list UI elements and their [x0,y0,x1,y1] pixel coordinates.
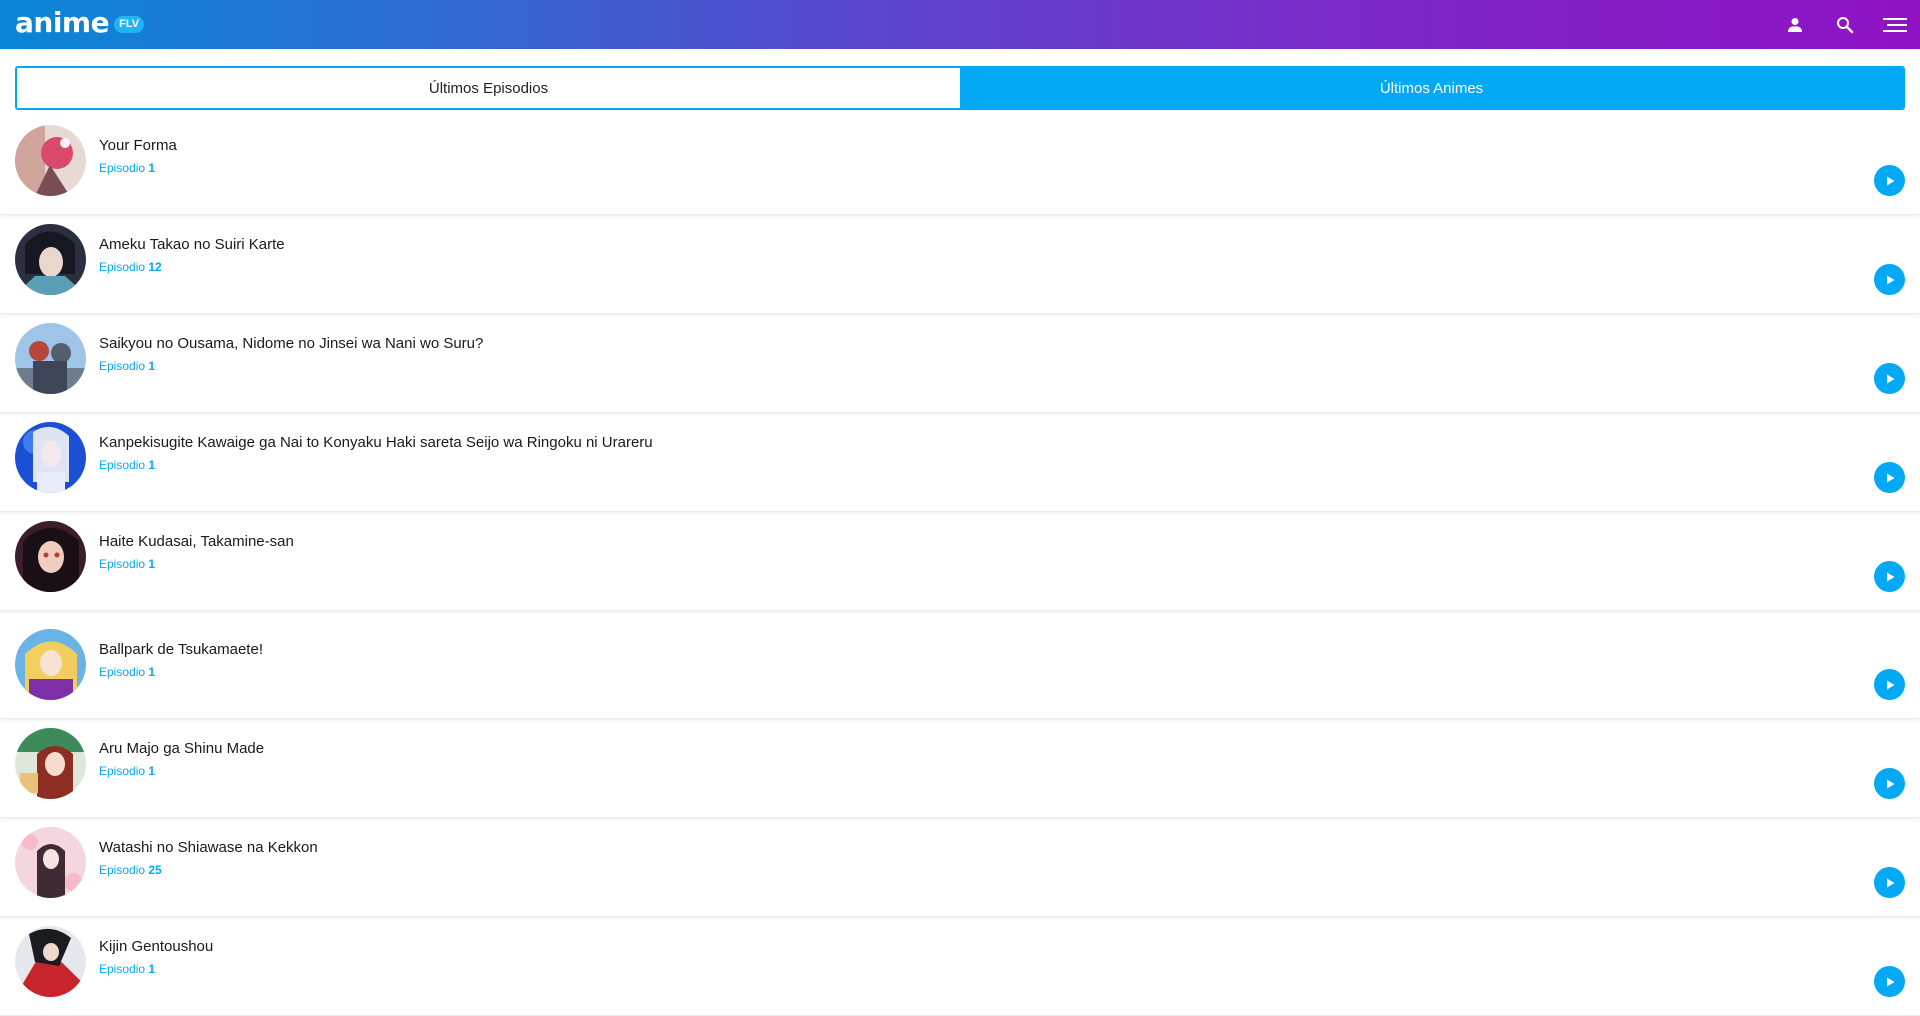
play-button[interactable] [1874,561,1905,592]
anime-title: Haite Kudasai, Takamine-san [99,533,294,550]
anime-thumbnail [15,323,86,394]
play-button[interactable] [1874,462,1905,493]
play-icon [1886,878,1894,887]
play-icon [1886,473,1894,482]
tab-bar: Últimos Episodios Últimos Animes [15,66,1905,110]
search-icon[interactable] [1832,12,1858,38]
anime-thumbnail [15,422,86,493]
play-button[interactable] [1874,867,1905,898]
anime-thumbnail [15,827,86,898]
anime-title: Saikyou no Ousama, Nidome no Jinsei wa N… [99,335,484,352]
anime-title: Ballpark de Tsukamaete! [99,641,263,658]
episode-info: Episodio 1 [99,557,156,571]
top-bar: anime FLV [0,0,1920,49]
anime-title: Watashi no Shiawase na Kekkon [99,839,318,856]
tab-ultimos-animes[interactable]: Últimos Animes [960,68,1903,108]
episode-info: Episodio 1 [99,665,156,679]
play-icon [1886,374,1894,383]
list-item[interactable]: Kijin Gentoushou Episodio 1 [0,917,1920,1016]
play-icon [1886,977,1894,986]
logo-badge: FLV [114,16,145,33]
episode-number: 25 [148,863,162,877]
tab-ultimos-episodios[interactable]: Últimos Episodios [17,68,960,108]
anime-title: Ameku Takao no Suiri Karte [99,236,285,253]
episode-number: 12 [148,260,162,274]
episode-list: Your Forma Episodio 1 Ameku Takao no Sui… [0,116,1920,1016]
play-button[interactable] [1874,363,1905,394]
list-item[interactable]: Ballpark de Tsukamaete! Episodio 1 [0,620,1920,719]
episode-info: Episodio 1 [99,161,156,175]
menu-icon[interactable] [1882,12,1908,38]
list-item[interactable]: Kanpekisugite Kawaige ga Nai to Konyaku … [0,413,1920,512]
anime-thumbnail [15,521,86,592]
anime-title: Kanpekisugite Kawaige ga Nai to Konyaku … [99,434,653,451]
play-button[interactable] [1874,165,1905,196]
episode-info: Episodio 1 [99,962,156,976]
play-button[interactable] [1874,669,1905,700]
anime-thumbnail [15,629,86,700]
episode-info: Episodio 12 [99,260,162,274]
anime-thumbnail [15,926,86,997]
play-button[interactable] [1874,768,1905,799]
anime-thumbnail [15,224,86,295]
episode-info: Episodio 25 [99,863,162,877]
list-item[interactable]: Aru Majo ga Shinu Made Episodio 1 [0,719,1920,818]
play-icon [1886,680,1894,689]
site-logo[interactable]: anime FLV [15,6,145,40]
user-icon[interactable] [1782,12,1808,38]
episode-number: 1 [148,359,156,373]
episode-number: 1 [148,962,156,976]
anime-thumbnail [15,728,86,799]
list-item[interactable]: Your Forma Episodio 1 [0,116,1920,215]
play-icon [1886,275,1894,284]
play-icon [1886,572,1894,581]
episode-info: Episodio 1 [99,359,156,373]
play-button[interactable] [1874,264,1905,295]
list-item[interactable]: Watashi no Shiawase na Kekkon Episodio 2… [0,818,1920,917]
episode-number: 1 [148,557,156,571]
episode-number: 1 [148,764,156,778]
list-item[interactable]: Ameku Takao no Suiri Karte Episodio 12 [0,215,1920,314]
episode-info: Episodio 1 [99,458,156,472]
play-icon [1886,176,1894,185]
play-icon [1886,779,1894,788]
anime-thumbnail [15,125,86,196]
anime-title: Aru Majo ga Shinu Made [99,740,265,757]
anime-title: Your Forma [99,137,177,154]
episode-number: 1 [148,161,156,175]
play-button[interactable] [1874,966,1905,997]
list-item[interactable]: Haite Kudasai, Takamine-san Episodio 1 [0,512,1920,611]
episode-number: 1 [148,665,156,679]
episode-number: 1 [148,458,156,472]
anime-title: Kijin Gentoushou [99,938,214,955]
list-item[interactable]: Saikyou no Ousama, Nidome no Jinsei wa N… [0,314,1920,413]
logo-word: anime [15,6,110,39]
episode-info: Episodio 1 [99,764,156,778]
